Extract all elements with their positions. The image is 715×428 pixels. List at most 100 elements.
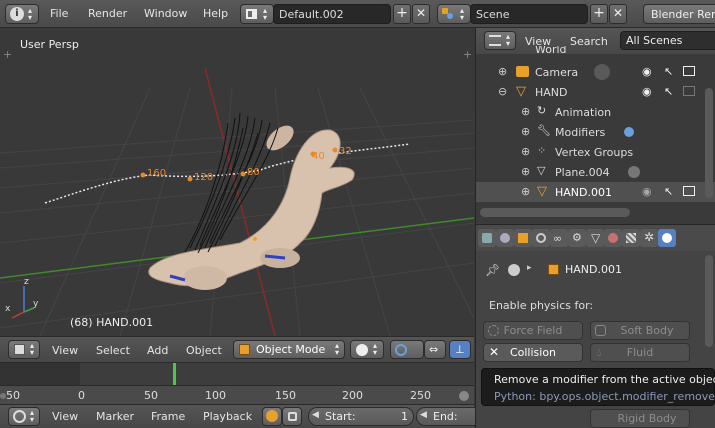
add-screen-button[interactable]: +: [393, 4, 411, 24]
collision-remove-button[interactable]: ✕ Collision: [483, 343, 583, 362]
expand-plus-icon[interactable]: ⊕: [498, 65, 507, 78]
timeline-scroll-right[interactable]: [459, 391, 469, 401]
mesh-object-icon: ▽: [516, 84, 526, 99]
outliner-row-world[interactable]: World: [476, 46, 704, 58]
properties-scrollbar[interactable]: [705, 255, 713, 347]
timeline-scroll-left[interactable]: [0, 393, 6, 399]
screen-layout-name: Default.002: [279, 8, 344, 21]
cursor-select-icon[interactable]: ↖: [664, 85, 673, 98]
editor-type-info-button[interactable]: i ▴ ▾: [5, 4, 39, 24]
transform-manipulator-button[interactable]: ⊥: [449, 340, 471, 359]
manipulator-toggle-button[interactable]: ⇔: [424, 340, 446, 359]
editor-type-3dview-button[interactable]: ▴ ▾: [8, 340, 40, 359]
mode-selector[interactable]: Object Mode ▴ ▾: [233, 340, 345, 359]
outliner-row-camera[interactable]: ⊕ Camera ◉ ↖: [476, 62, 704, 82]
screen-layout-field[interactable]: Default.002: [273, 4, 391, 24]
world-tab-icon[interactable]: [532, 229, 550, 247]
pivot-point-selector[interactable]: [390, 340, 424, 359]
camera-render-icon[interactable]: [683, 66, 695, 76]
expand-plus-icon[interactable]: ⊕: [521, 165, 530, 178]
outliner-row-animation[interactable]: ⊕ ↻ Animation: [476, 102, 704, 122]
object-tab-icon[interactable]: ∞: [550, 229, 568, 247]
solid-shading-icon: [356, 344, 368, 356]
render-engine-selector[interactable]: Blender Rend: [643, 4, 715, 24]
menu-file[interactable]: File: [50, 7, 68, 20]
constraints-tab-icon[interactable]: ⚙︎: [568, 229, 586, 247]
menu-view[interactable]: View: [52, 410, 78, 423]
delete-scene-button[interactable]: ✕: [609, 4, 627, 24]
camera-render-icon[interactable]: [683, 86, 695, 96]
view-perspective-label: User Persp: [20, 38, 79, 51]
scene-tab-icon[interactable]: [514, 229, 532, 247]
vertex-groups-icon: ⁘: [537, 144, 547, 157]
menu-marker[interactable]: Marker: [96, 410, 134, 423]
render-tab-icon[interactable]: [478, 229, 496, 247]
soft-body-icon: [595, 325, 606, 336]
button-label: Fluid: [626, 346, 654, 359]
cursor-select-icon[interactable]: ↖: [664, 65, 673, 78]
menu-playback[interactable]: Playback: [203, 410, 252, 423]
decrement-arrow-icon[interactable]: ◀: [420, 410, 427, 420]
menu-window[interactable]: Window: [144, 7, 187, 20]
end-frame-field[interactable]: ◀ End:: [416, 407, 476, 426]
delete-screen-button[interactable]: ✕: [412, 4, 430, 24]
expand-plus-icon[interactable]: ⊕: [521, 185, 530, 198]
corner-plus-icon[interactable]: +: [463, 48, 472, 61]
outliner-row-hand-001[interactable]: ⊕ ▽ HAND.001 ◉ ↖: [476, 182, 715, 202]
eye-icon[interactable]: ◉: [642, 185, 652, 198]
camera-render-icon[interactable]: [683, 186, 695, 196]
menu-render[interactable]: Render: [88, 7, 127, 20]
scene-selector[interactable]: ▴ ▾: [437, 4, 471, 24]
eye-icon[interactable]: ◉: [642, 85, 652, 98]
info-icon: i: [10, 7, 24, 21]
expand-plus-icon[interactable]: ⊕: [521, 125, 530, 138]
preview-range-toggle[interactable]: [262, 407, 282, 426]
eye-icon[interactable]: ◉: [642, 65, 652, 78]
render-layers-tab-icon[interactable]: [496, 229, 514, 247]
editor-type-timeline-button[interactable]: ▴ ▾: [8, 407, 40, 426]
rigid-body-constraint-button[interactable]: Rigid Body Co...: [590, 409, 690, 428]
material-tab-icon[interactable]: [622, 229, 640, 247]
current-frame-indicator[interactable]: [173, 363, 176, 385]
outliner-row-vertex-groups[interactable]: ⊕ ⁘ Vertex Groups: [476, 142, 704, 162]
physics-tab-icon[interactable]: [658, 229, 676, 247]
scene-field[interactable]: Scene: [470, 4, 588, 24]
physics-context-icon: [508, 264, 520, 276]
outliner-row-modifiers[interactable]: ⊕ 🔧︎ Modifiers: [476, 122, 704, 142]
expand-plus-icon[interactable]: ⊕: [521, 105, 530, 118]
force-field-button[interactable]: Force Field: [483, 321, 583, 340]
outliner-vertical-scrollbar[interactable]: [705, 88, 713, 198]
lock-time-cursor-toggle[interactable]: [282, 407, 302, 426]
chevron-updown-icon: ▴ ▾: [460, 6, 465, 22]
collapse-minus-icon[interactable]: ⊖: [498, 85, 507, 98]
pin-icon[interactable]: 📌︎: [485, 263, 500, 277]
chevron-updown-icon: ▴ ▾: [506, 32, 511, 48]
cursor-select-icon[interactable]: ↖: [664, 185, 673, 198]
corner-plus-icon[interactable]: +: [3, 48, 12, 61]
menu-add[interactable]: Add: [147, 344, 168, 357]
modifiers-tab-icon[interactable]: ▽: [586, 229, 604, 247]
start-frame-field[interactable]: ◀ Start: 1: [308, 407, 414, 426]
viewport-shading-selector[interactable]: ▴ ▾: [350, 340, 384, 359]
data-tab-icon[interactable]: [604, 229, 622, 247]
active-object-label: (68) HAND.001: [70, 316, 154, 329]
decrement-arrow-icon[interactable]: ◀: [312, 410, 319, 420]
screen-layout-selector[interactable]: ▴ ▾: [240, 4, 274, 24]
menu-object[interactable]: Object: [186, 344, 222, 357]
menu-select[interactable]: Select: [96, 344, 130, 357]
particles-tab-icon[interactable]: ✲: [640, 229, 658, 247]
add-scene-button[interactable]: +: [590, 4, 608, 24]
menu-view[interactable]: View: [52, 344, 78, 357]
menu-help[interactable]: Help: [203, 7, 228, 20]
soft-body-button[interactable]: Soft Body: [590, 321, 690, 340]
object-cube-icon: [548, 264, 559, 275]
outliner-horizontal-scrollbar[interactable]: [480, 208, 630, 217]
timeline-area[interactable]: -50 0 50 100 150 200 250: [0, 362, 474, 405]
button-label: Soft Body: [620, 324, 674, 337]
outliner-row-plane[interactable]: ⊕ ▽ Plane.004: [476, 162, 704, 182]
menu-frame[interactable]: Frame: [151, 410, 185, 423]
3d-viewport[interactable]: 160 120 80 40 32 z x y User Persp (68) H…: [0, 28, 474, 336]
expand-plus-icon[interactable]: ⊕: [521, 145, 530, 158]
outliner-row-hand[interactable]: ⊖ ▽ HAND ◉ ↖: [476, 82, 704, 102]
fluid-button[interactable]: 💧︎ Fluid: [590, 343, 690, 362]
